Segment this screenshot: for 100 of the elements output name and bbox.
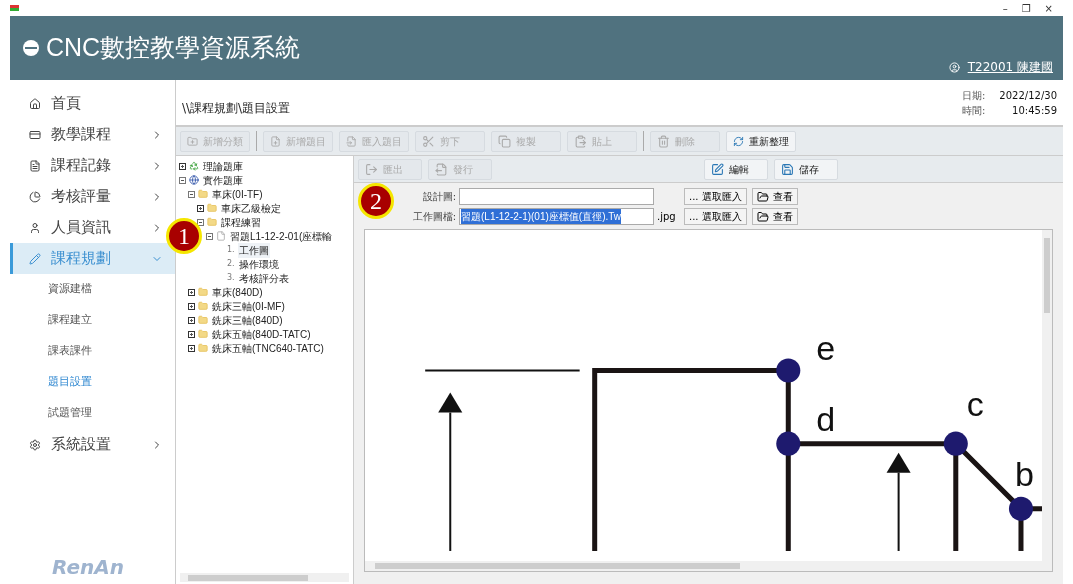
- folder-icon: [756, 190, 769, 203]
- submenu-item[interactable]: 資源建檔: [10, 274, 175, 305]
- toolbar-button[interactable]: 重新整理: [726, 130, 796, 152]
- menu-icon: [29, 159, 41, 172]
- expand-toggle-icon[interactable]: [188, 316, 195, 324]
- info-value: 10:45:59: [1011, 104, 1057, 118]
- folder-icon: [207, 203, 217, 213]
- folder-icon: [198, 343, 208, 353]
- collapse-toggle-icon[interactable]: [179, 176, 186, 184]
- field-label: 工作圖檔:: [412, 210, 456, 224]
- menu-icon: [29, 438, 41, 451]
- step-number: 1.: [227, 244, 235, 256]
- window-control[interactable]: –: [1002, 0, 1008, 16]
- horizontal-scrollbar[interactable]: [180, 573, 349, 582]
- folder-icon: [198, 287, 208, 297]
- step-number: 2.: [227, 258, 235, 270]
- toolbar-icon: [435, 162, 448, 176]
- user-link[interactable]: T22001 陳建國: [967, 58, 1053, 76]
- info-label: 日期:: [962, 89, 986, 103]
- menu-icon: [29, 221, 41, 234]
- collapse-toggle-icon[interactable]: [197, 218, 204, 226]
- import-button[interactable]: ... 選取匯入: [684, 188, 747, 205]
- file-extension: .jpg: [657, 210, 677, 224]
- tree-item[interactable]: 習題L1-12-2-01(座標輸: [229, 228, 334, 244]
- toolbar-icon: [346, 134, 357, 148]
- expand-toggle-icon[interactable]: [197, 204, 204, 212]
- point-label: d: [816, 399, 836, 438]
- text-field[interactable]: 習題(L1-12-2-1)(01)座標值(直徑).Tw: [459, 208, 654, 225]
- expand-toggle-icon[interactable]: [179, 162, 186, 170]
- toolbar-icon: [574, 134, 587, 148]
- toolbar-icon: [422, 134, 435, 148]
- tree-item[interactable]: 銑床三軸(840D): [211, 312, 284, 328]
- folder-icon: [198, 315, 208, 325]
- document-icon: [216, 231, 226, 241]
- brand-logo: RenAn: [52, 554, 124, 581]
- menu-icon: [29, 128, 41, 141]
- submenu-item[interactable]: 試題管理: [10, 398, 175, 429]
- tree-item[interactable]: 操作環境: [237, 256, 280, 272]
- vertical-scrollbar[interactable]: [1042, 230, 1052, 561]
- folder-icon: [198, 189, 208, 199]
- import-button[interactable]: ... 選取匯入: [684, 208, 747, 225]
- tree-item[interactable]: 銑床五軸(TNC640-TATC): [211, 340, 325, 356]
- menu-icon: [29, 97, 41, 110]
- window-control[interactable]: ❐: [1021, 0, 1031, 16]
- tree-item[interactable]: 實作題庫: [202, 172, 244, 188]
- view-button[interactable]: 查看: [751, 188, 798, 205]
- callout-marker: 2: [358, 183, 394, 219]
- toolbar-icon: [781, 162, 794, 176]
- submenu-item[interactable]: 課表課件: [10, 336, 175, 367]
- field-label: 設計圖:: [422, 190, 456, 204]
- toolbar-icon: [187, 134, 198, 148]
- sidebar-item[interactable]: 首頁: [10, 88, 175, 119]
- toolbar-button[interactable]: 儲存: [774, 158, 838, 180]
- text-field[interactable]: [459, 188, 654, 205]
- app-title: CNC數控教學資源系統: [46, 32, 301, 64]
- sidebar-item[interactable]: 課程記錄: [10, 150, 175, 181]
- toolbar-icon: [711, 162, 724, 176]
- toolbar-icon: [498, 134, 511, 148]
- user-icon: [948, 61, 960, 73]
- submenu-item[interactable]: 課程建立: [10, 305, 175, 336]
- tree-item[interactable]: 課程練習: [220, 214, 262, 230]
- folder-icon: [198, 329, 208, 339]
- expand-toggle-icon[interactable]: [188, 288, 195, 296]
- tree-item[interactable]: 工作圖: [237, 242, 270, 258]
- menu-icon: [29, 190, 41, 203]
- point-marker: [1008, 496, 1033, 521]
- expand-toggle-icon[interactable]: [188, 302, 195, 310]
- toolbar-icon: [657, 134, 670, 148]
- point-marker: [776, 431, 801, 456]
- horizontal-scrollbar[interactable]: [365, 561, 1052, 571]
- folder-icon: [207, 217, 217, 227]
- point-marker: [776, 358, 801, 383]
- point-label: c: [966, 384, 984, 423]
- sidebar-item[interactable]: 教學課程: [10, 119, 175, 150]
- folder-icon: [198, 301, 208, 311]
- sidebar-item[interactable]: 考核評量: [10, 181, 175, 212]
- window-control[interactable]: ×: [1044, 0, 1053, 16]
- sidebar-item[interactable]: 系統設置: [10, 429, 175, 460]
- tree-item[interactable]: 銑床三軸(0I-MF): [211, 298, 286, 314]
- tree-item[interactable]: 車床(0I-TF): [211, 186, 264, 202]
- tree-item[interactable]: 車床(840D): [211, 284, 264, 300]
- toolbar-icon: [365, 162, 378, 176]
- collapse-toggle-icon[interactable]: [206, 232, 213, 240]
- collapse-toggle-icon[interactable]: [188, 190, 195, 198]
- tree-item[interactable]: 車床乙級檢定: [220, 200, 282, 216]
- expand-toggle-icon[interactable]: [188, 330, 195, 338]
- toolbar-icon: [733, 134, 744, 148]
- point-label: e: [816, 329, 836, 368]
- toolbar-icon: [270, 134, 281, 148]
- tree-item[interactable]: 考核評分表: [237, 270, 290, 286]
- tree-item[interactable]: 理論題庫: [202, 158, 244, 174]
- app-icon: [10, 5, 19, 11]
- tree-item[interactable]: 銑床五軸(840D-TATC): [211, 326, 312, 342]
- toolbar-button[interactable]: 編輯: [704, 158, 768, 180]
- breadcrumb: \\課程規劃\題目設置: [182, 100, 291, 117]
- globe-icon: [189, 175, 199, 185]
- submenu-item[interactable]: 題目設置: [10, 367, 175, 398]
- menu-icon: [29, 252, 41, 265]
- expand-toggle-icon[interactable]: [188, 344, 195, 352]
- view-button[interactable]: 查看: [751, 208, 798, 225]
